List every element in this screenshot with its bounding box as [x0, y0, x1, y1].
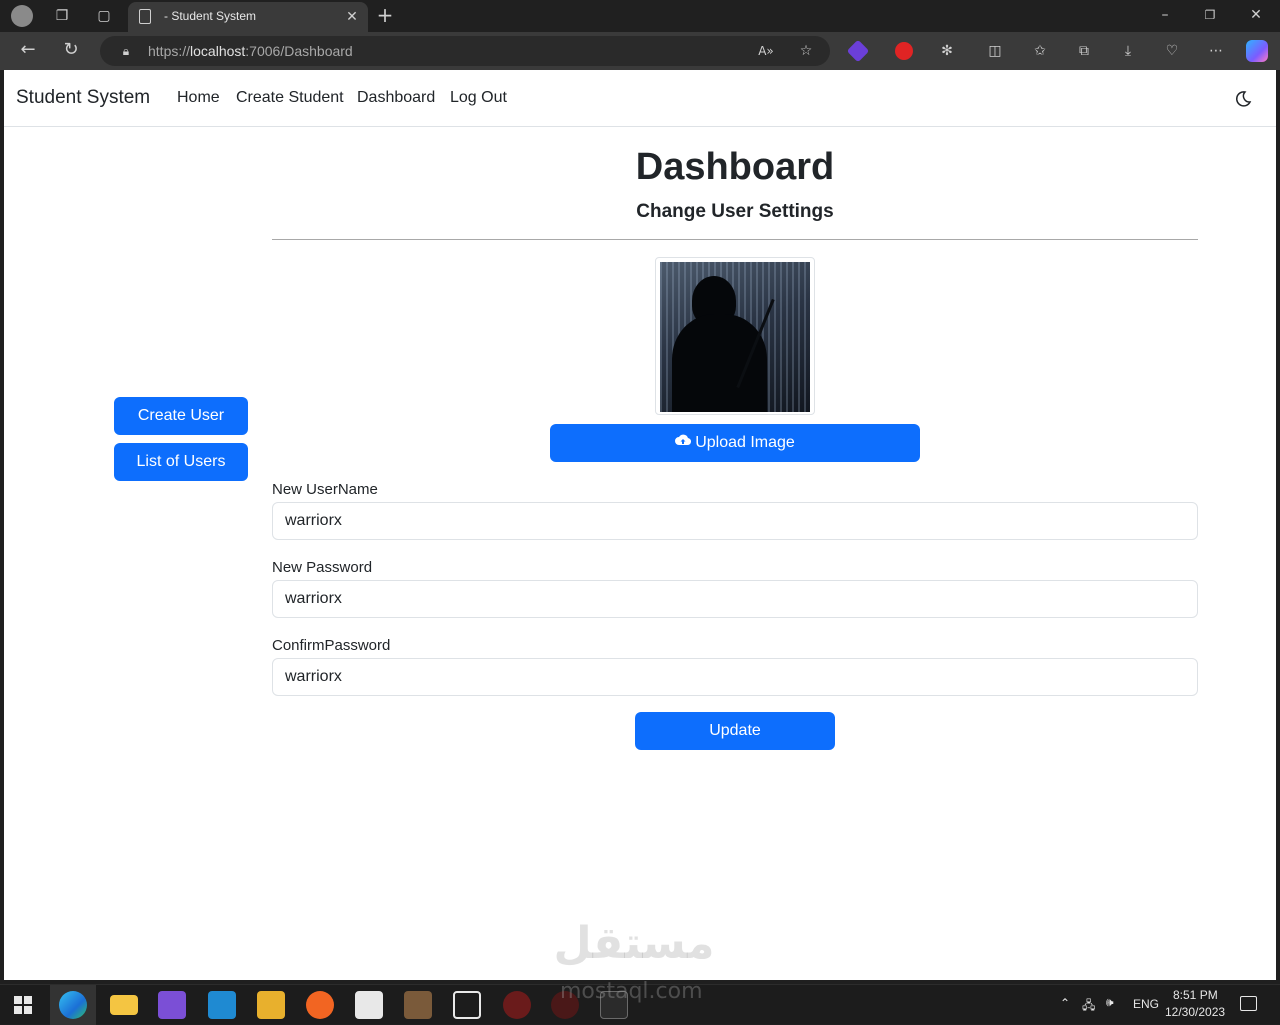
password-label: New Password [272, 559, 373, 576]
workspaces-icon[interactable]: ❐ [52, 6, 72, 26]
tab-actions-icon[interactable]: ▢ [94, 6, 114, 26]
tray-chevron-icon[interactable]: ⌃ [1060, 996, 1070, 1010]
profile-avatar-icon[interactable] [11, 5, 33, 27]
profile-image [655, 257, 815, 415]
git-tool-icon[interactable] [306, 991, 334, 1019]
nav-link-dashboard[interactable]: Dashboard [357, 89, 435, 107]
nav-link-log-out[interactable]: Log Out [450, 89, 507, 107]
upload-image-button[interactable]: Upload Image [550, 424, 920, 462]
taskbar: mostaql.com ⌃ 🖧︎ 🕪︎ ENG 8:51 PM 12/30/20… [0, 979, 1280, 1025]
file-explorer-icon[interactable] [110, 995, 138, 1015]
watermark-latin: mostaql.com [560, 979, 703, 1004]
performance-icon[interactable]: ♡ [1162, 41, 1182, 61]
create-user-button[interactable]: Create User [114, 397, 248, 435]
restore-icon[interactable]: ❐ [1200, 5, 1220, 25]
favorites-icon[interactable]: ✩ [1030, 41, 1050, 61]
nav-link-home[interactable]: Home [177, 89, 220, 107]
page-favicon-icon [139, 9, 151, 24]
new-tab-icon[interactable]: + [375, 5, 395, 25]
copilot-icon[interactable] [1246, 40, 1268, 62]
network-icon[interactable]: 🖧︎ [1082, 996, 1095, 1017]
extensions-icon[interactable]: ✻ [937, 41, 957, 61]
watermark-arabic: مستقل [553, 918, 715, 969]
web-page: Student System Home Create Student Dashb… [4, 70, 1276, 980]
clock-date[interactable]: 12/30/2023 [1165, 1005, 1225, 1019]
confirm-password-label: ConfirmPassword [272, 637, 391, 654]
more-menu-icon[interactable]: ⋯ [1206, 41, 1226, 61]
microsoft-store-icon[interactable] [355, 991, 383, 1019]
edge-icon[interactable] [59, 991, 87, 1019]
windows-start-icon[interactable] [14, 996, 32, 1014]
game-app-icon[interactable] [404, 991, 432, 1019]
confirm-password-input[interactable]: warriorx [272, 658, 1198, 696]
downloads-icon[interactable]: ⤓ [1118, 41, 1138, 61]
extension-red-icon[interactable] [895, 42, 913, 60]
refresh-icon[interactable]: ↻ [61, 40, 81, 60]
extension-purple-icon[interactable] [846, 39, 870, 63]
window-close-icon[interactable]: ✕ [1246, 5, 1266, 25]
username-label: New UserName [272, 481, 378, 498]
collections-icon[interactable]: ⧉ [1074, 41, 1094, 61]
navbar: Student System Home Create Student Dashb… [4, 70, 1276, 127]
browser-toolbar: ← ↻ 🔒︎ https://localhost:7006/Dashboard … [0, 32, 1280, 70]
page-title: Dashboard [635, 146, 835, 188]
update-button[interactable]: Update [635, 712, 835, 750]
lock-icon: 🔒︎ [122, 44, 130, 58]
page-subtitle: Change User Settings [636, 201, 834, 222]
clock-time[interactable]: 8:51 PM [1173, 988, 1218, 1002]
browser-tab-strip: ❐ ▢ - Student System ✕ + – ❐ ✕ [0, 0, 1280, 32]
bug-app-icon[interactable] [503, 991, 531, 1019]
notifications-icon[interactable] [1240, 996, 1257, 1011]
tab-title: - Student System [164, 9, 257, 23]
dark-mode-moon-icon[interactable] [1234, 90, 1252, 108]
task-view-icon[interactable] [453, 991, 481, 1019]
list-of-users-button[interactable]: List of Users [114, 443, 248, 481]
divider [272, 239, 1198, 240]
visual-studio-icon[interactable] [158, 991, 186, 1019]
back-icon[interactable]: ← [18, 40, 38, 60]
cloud-upload-icon [675, 424, 692, 462]
address-bar[interactable]: 🔒︎ https://localhost:7006/Dashboard A» ☆ [100, 36, 830, 66]
language-indicator[interactable]: ENG [1133, 997, 1159, 1011]
password-input[interactable]: warriorx [272, 580, 1198, 618]
split-screen-icon[interactable]: ◫ [985, 41, 1005, 61]
vscode-icon[interactable] [208, 991, 236, 1019]
minimize-icon[interactable]: – [1155, 5, 1175, 25]
paint-tool-icon[interactable] [257, 991, 285, 1019]
active-tab[interactable]: - Student System ✕ [128, 2, 368, 32]
navbar-brand[interactable]: Student System [16, 87, 150, 109]
nav-link-create-student[interactable]: Create Student [236, 89, 344, 107]
close-tab-icon[interactable]: ✕ [342, 7, 362, 27]
volume-icon[interactable]: 🕪︎ [1106, 995, 1114, 1010]
favorite-star-icon[interactable]: ☆ [796, 41, 816, 61]
username-input[interactable]: warriorx [272, 502, 1198, 540]
url-text[interactable]: https://localhost:7006/Dashboard [148, 43, 353, 59]
read-aloud-icon[interactable]: A» [756, 41, 776, 61]
